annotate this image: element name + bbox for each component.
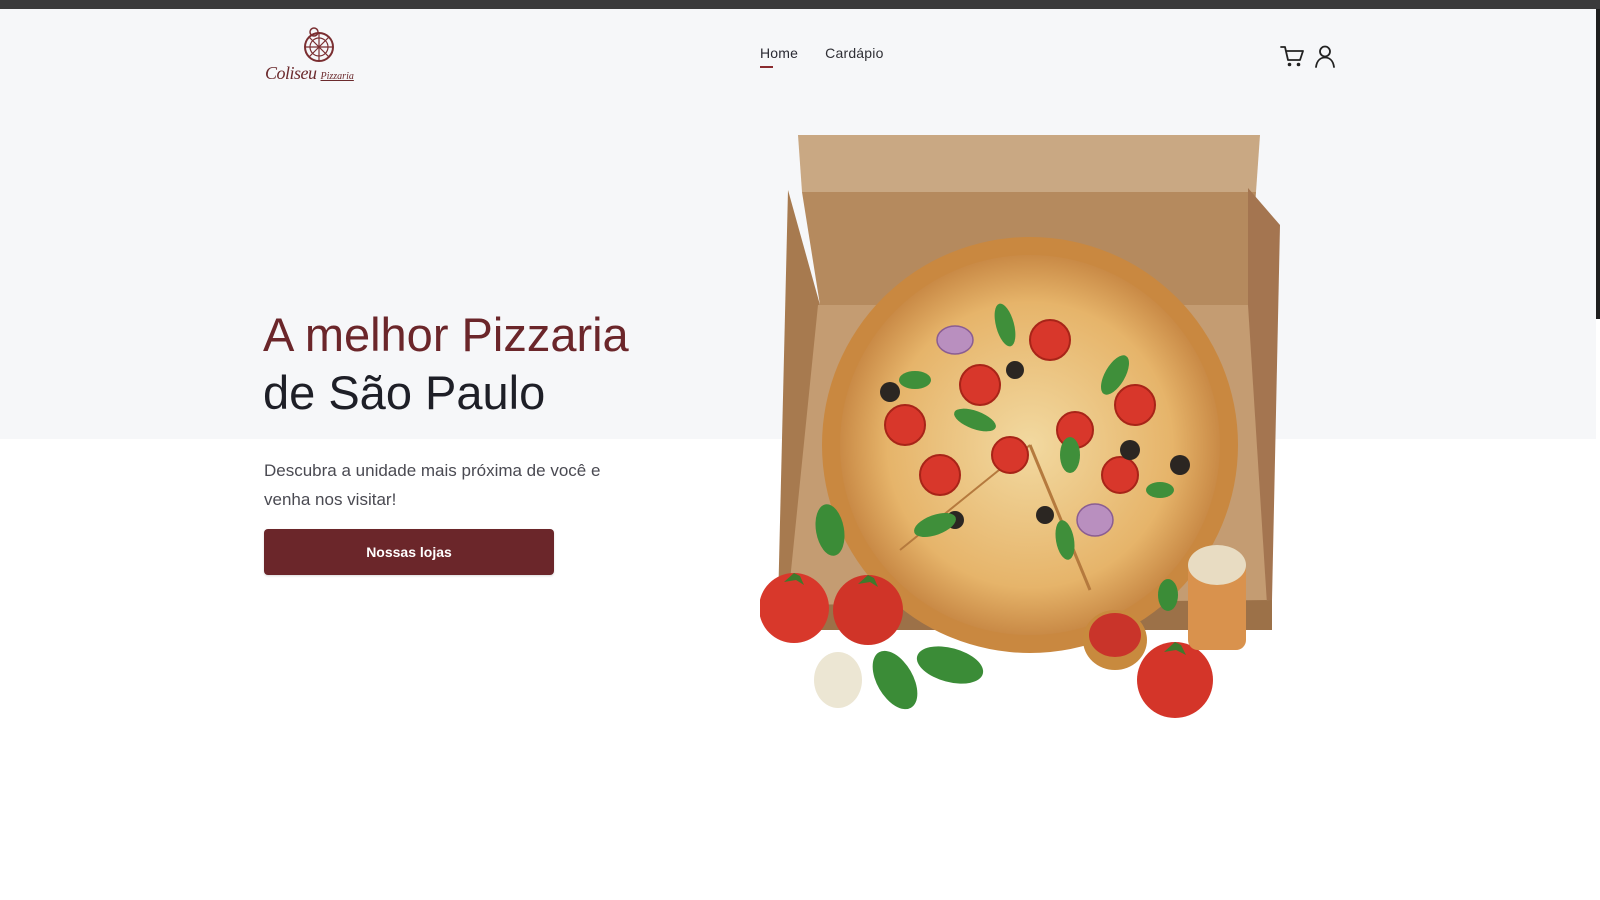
main-nav: Home Cardápio: [760, 45, 884, 68]
logo-link[interactable]: Coliseu Pizzaria: [262, 26, 362, 88]
logo-sub: Pizzaria: [320, 71, 354, 82]
hero-headline: A melhor Pizzaria de São Paulo: [263, 306, 629, 422]
hero-subtitle: Descubra a unidade mais próxima de você …: [264, 461, 601, 509]
user-icon[interactable]: [1312, 43, 1338, 69]
active-nav-indicator: [760, 66, 773, 68]
nav-item-home[interactable]: Home: [760, 45, 799, 68]
hero-headline-line1: A melhor Pizzaria: [263, 308, 629, 361]
hero-headline-line2: de São Paulo: [263, 366, 546, 419]
nav-item-cardapio-label: Cardápio: [825, 45, 884, 61]
pizza-logo-icon: [304, 27, 334, 62]
scrollbar-thumb[interactable]: [1596, 9, 1600, 319]
nav-item-home-label: Home: [760, 45, 799, 61]
pizza-in-box-image: [760, 135, 1280, 718]
browser-top-bar: [0, 0, 1600, 9]
logo-brand: Coliseu: [265, 63, 317, 83]
cart-icon[interactable]: [1279, 43, 1305, 69]
logo-text: Coliseu Pizzaria: [265, 63, 354, 84]
our-stores-button[interactable]: Nossas lojas: [264, 529, 554, 575]
nav-item-cardapio[interactable]: Cardápio: [825, 45, 883, 61]
